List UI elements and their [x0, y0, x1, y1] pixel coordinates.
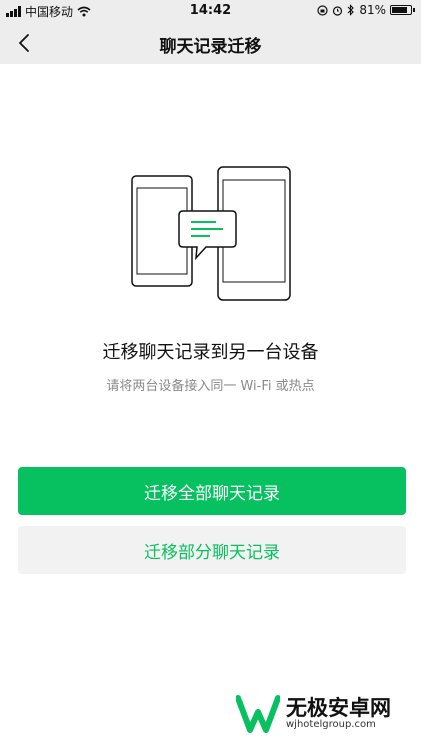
migration-hint: 请将两台设备接入同一 Wi-Fi 或热点: [106, 379, 315, 394]
battery-level-fill: [392, 7, 407, 13]
page-title: 聊天记录迁移: [159, 37, 262, 57]
bluetooth-icon: [347, 4, 355, 16]
watermark-name: 无极安卓网: [286, 696, 391, 720]
device-transfer-illustration: [131, 166, 291, 301]
status-bar: 中国移动 14:42 81%: [0, 0, 421, 22]
watermark-url: wjhotelgroup.com: [286, 719, 376, 730]
battery-percent: 81%: [359, 3, 386, 17]
battery-icon: [390, 5, 412, 15]
watermark: 无极安卓网 wjhotelgroup.com: [236, 694, 391, 734]
status-bar-right: 81%: [317, 3, 415, 17]
nav-bar: 聊天记录迁移: [0, 22, 421, 64]
rotation-lock-icon: [317, 4, 328, 16]
watermark-logo-icon: [236, 695, 280, 733]
watermark-text: 无极安卓网 wjhotelgroup.com: [286, 697, 391, 731]
alarm-icon: [333, 5, 343, 16]
migrate-partial-button[interactable]: 迁移部分聊天记录: [18, 526, 406, 574]
battery-tip: [413, 8, 415, 12]
migration-heading: 迁移聊天记录到另一台设备: [102, 342, 319, 363]
migrate-all-button[interactable]: 迁移全部聊天记录: [18, 467, 406, 515]
